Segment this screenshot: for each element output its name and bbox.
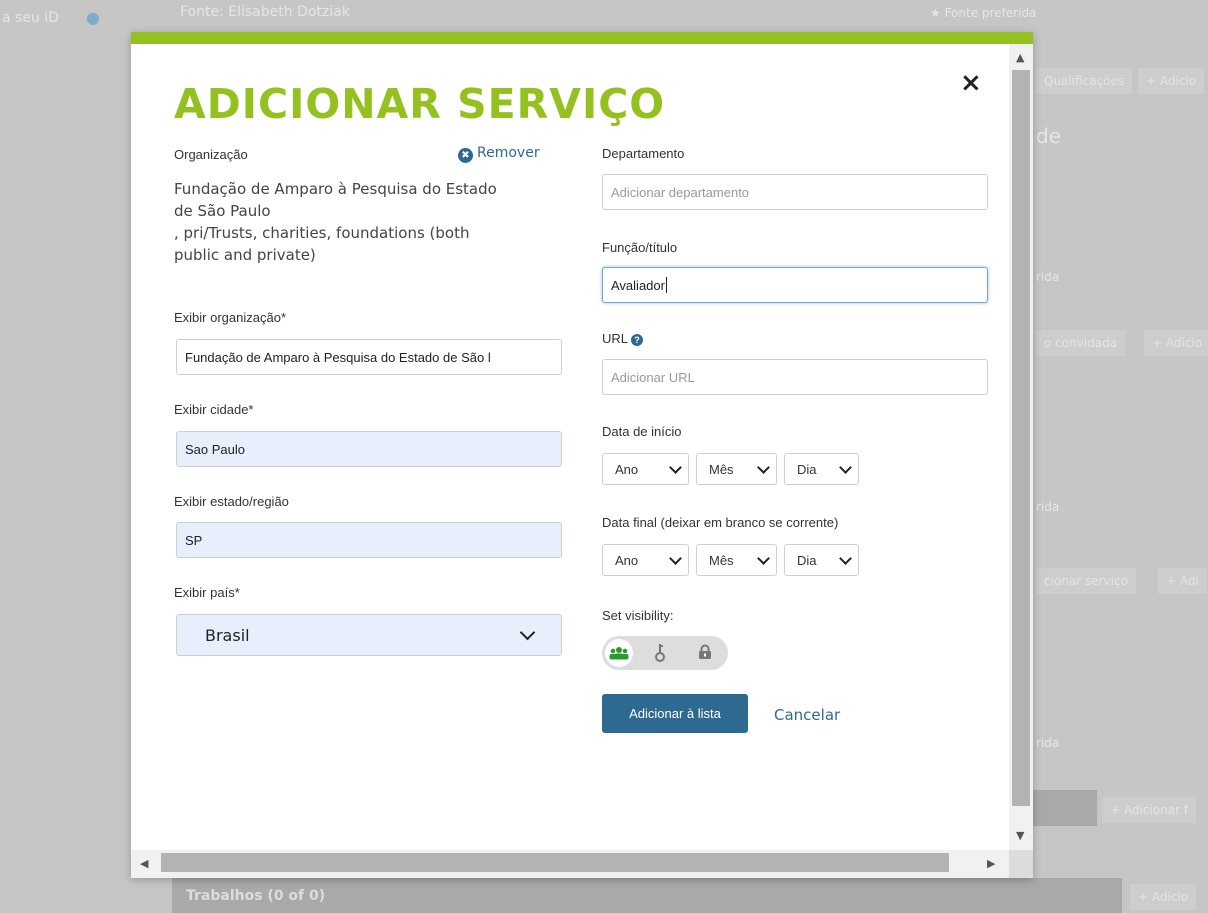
organization-name: Fundação de Amparo à Pesquisa do Estado … [174, 178, 497, 266]
url-input[interactable]: Adicionar URL [602, 359, 988, 395]
bg-preferred-3: rida [1036, 500, 1060, 514]
scrollbar-corner [1009, 850, 1033, 878]
bg-section-text: de [1036, 124, 1061, 148]
text-cursor [665, 277, 667, 293]
visibility-label: Set visibility: [602, 608, 674, 623]
bg-preferred-4: rida [1036, 736, 1060, 750]
display-org-value: Fundação de Amparo à Pesquisa do Estado … [185, 349, 491, 365]
remove-icon: ✖ [458, 148, 473, 163]
private-lock-icon[interactable] [698, 644, 712, 664]
chevron-down-icon [669, 460, 682, 474]
close-icon[interactable]: × [960, 68, 982, 98]
end-day-value: Dia [797, 552, 817, 568]
start-month-select[interactable]: Mês [696, 453, 777, 485]
chevron-down-icon [519, 624, 536, 641]
start-day-select[interactable]: Dia [784, 453, 859, 485]
modal-title: ADICIONAR SERVIÇO [174, 80, 666, 128]
vertical-scroll-thumb[interactable] [1012, 70, 1030, 806]
organization-type-line2: public and private) [174, 246, 316, 264]
modal-accent-bar [131, 32, 1033, 44]
url-placeholder: Adicionar URL [611, 369, 695, 385]
chevron-down-icon [757, 460, 770, 474]
vertical-scrollbar[interactable]: ▲ ▼ [1009, 44, 1033, 850]
scroll-down-icon[interactable]: ▼ [1016, 830, 1024, 841]
bg-works-text: Trabalhos (0 of 0) [186, 888, 326, 904]
display-region-label: Exibir estado/região [174, 494, 289, 509]
display-country-label: Exibir país* [174, 585, 240, 600]
bg-invited-button: o convidada [1036, 330, 1126, 356]
visibility-selector [602, 636, 728, 670]
role-value: Avaliador [611, 277, 665, 293]
organization-name-line2: de São Paulo [174, 202, 271, 220]
bg-add-button-1: + Adicio [1138, 68, 1205, 94]
start-month-value: Mês [709, 461, 734, 477]
bg-add-button-3: + Adi [1158, 568, 1207, 594]
display-org-label: Exibir organização* [174, 310, 287, 325]
bg-id-text: a seu iD [2, 10, 59, 26]
end-month-select[interactable]: Mês [696, 544, 777, 576]
organization-label: Organização [174, 147, 248, 162]
display-city-label: Exibir cidade* [174, 402, 254, 417]
bg-add-service-button: cionar serviço [1036, 568, 1136, 594]
bg-qualifications-button: Qualificações [1036, 68, 1133, 94]
display-city-value: Sao Paulo [185, 441, 245, 457]
chevron-down-icon [669, 551, 682, 565]
start-year-value: Ano [615, 461, 639, 477]
organization-name-line1: Fundação de Amparo à Pesquisa do Estado [174, 180, 497, 198]
department-placeholder: Adicionar departamento [611, 184, 750, 200]
scroll-left-icon[interactable]: ◀ [140, 858, 148, 869]
start-day-value: Dia [797, 461, 817, 477]
url-label: URL? [602, 331, 644, 346]
country-value: Brasil [205, 625, 250, 645]
end-month-value: Mês [709, 552, 734, 568]
end-day-select[interactable]: Dia [784, 544, 859, 576]
help-icon[interactable]: ? [631, 334, 644, 346]
everyone-icon[interactable] [605, 639, 633, 667]
country-select[interactable]: Brasil [176, 614, 562, 656]
start-year-select[interactable]: Ano [602, 453, 689, 485]
chevron-down-icon [839, 460, 852, 474]
scroll-right-icon[interactable]: ▶ [987, 858, 995, 869]
department-label: Departamento [602, 146, 685, 161]
bg-preferred-2: rida [1036, 270, 1060, 284]
remove-label: Remover [477, 145, 540, 161]
horizontal-scrollbar[interactable]: ◀ ▶ [131, 850, 1009, 878]
role-label: Função/título [602, 240, 678, 255]
start-date-label: Data de início [602, 424, 682, 439]
display-region-value: SP [185, 532, 203, 548]
remove-button[interactable]: ✖ Remover [458, 145, 540, 163]
horizontal-scroll-thumb[interactable] [161, 853, 949, 872]
url-label-text: URL [602, 331, 629, 346]
scroll-up-icon[interactable]: ▲ [1016, 52, 1024, 63]
department-input[interactable]: Adicionar departamento [602, 174, 988, 210]
bg-add-button-4: + Adicionar f [1102, 797, 1197, 823]
add-to-list-button[interactable]: Adicionar à lista [602, 694, 748, 733]
chevron-down-icon [839, 551, 852, 565]
bg-add-button-2: + Adicio [1144, 330, 1208, 356]
end-year-value: Ano [615, 552, 639, 568]
display-city-input[interactable]: Sao Paulo [176, 431, 562, 467]
cancel-link[interactable]: Cancelar [774, 706, 840, 724]
bg-bar-1 [1033, 790, 1097, 826]
end-year-select[interactable]: Ano [602, 544, 689, 576]
display-org-input[interactable]: Fundação de Amparo à Pesquisa do Estado … [176, 339, 562, 375]
bg-preferred-text: ★ Fonte preferida [930, 6, 1037, 20]
end-date-label: Data final (deixar em branco se corrente… [602, 515, 839, 530]
chevron-down-icon [757, 551, 770, 565]
bg-source-text: Fonte: Elisabeth Dotziak [180, 4, 350, 20]
bg-add-button-5: + Adicio [1130, 884, 1197, 910]
role-input[interactable]: Avaliador [602, 267, 988, 303]
display-region-input[interactable]: SP [176, 522, 562, 558]
bg-help-icon: ● [86, 8, 100, 27]
trusted-icon[interactable] [654, 643, 666, 667]
organization-type-line1: , pri/Trusts, charities, foundations (bo… [174, 224, 470, 242]
add-service-modal: ADICIONAR SERVIÇO × Organização ✖ Remover… [131, 32, 1033, 878]
